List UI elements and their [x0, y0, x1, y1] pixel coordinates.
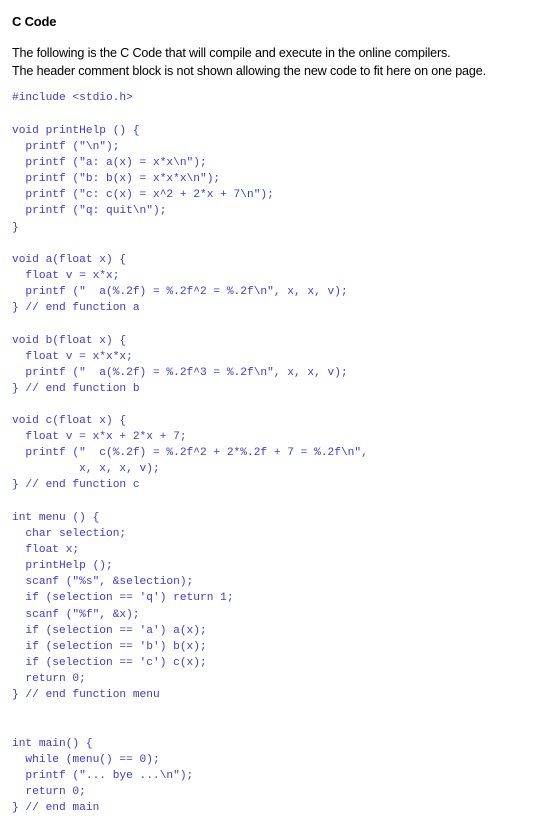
code-line: if (selection == 'q') return 1; — [12, 592, 234, 605]
code-line: printHelp (); — [12, 560, 113, 573]
code-line: } // end function menu — [12, 689, 160, 702]
code-line: void printHelp () { — [12, 125, 140, 137]
code-block-main: int main() { while (menu() == 0); printf… — [12, 736, 193, 816]
code-line: if (selection == 'b') b(x); — [12, 640, 207, 653]
code-line: printf ("q: quit\n"); — [12, 205, 167, 218]
code-line: while (menu() == 0); — [12, 754, 160, 767]
intro-line: The following is the C Code that will co… — [12, 46, 451, 60]
code-line: float v = x*x; — [12, 270, 120, 283]
code-block-print-help: void printHelp () { printf ("\n"); print… — [12, 123, 274, 236]
code-line: return 0; — [12, 786, 86, 799]
code-line: return 0; — [12, 672, 86, 685]
code-line: void b(float x) { — [12, 335, 127, 347]
code-line: printf ("a: a(x) = x*x\n"); — [12, 157, 207, 170]
code-block-menu: int menu () { char selection; float x; p… — [12, 510, 234, 703]
code-line: char selection; — [12, 528, 127, 541]
code-line: void a(float x) { — [12, 254, 127, 266]
code-line: float v = x*x*x; — [12, 351, 133, 364]
code-block-function-c: void c(float x) { float v = x*x + 2*x + … — [12, 413, 368, 493]
code-line: } // end function b — [12, 383, 140, 396]
code-line: printf (" c(%.2f) = %.2f^2 + 2*%.2f + 7 … — [12, 447, 368, 460]
code-line: #include <stdio.h> — [12, 92, 133, 104]
code-line: float x; — [12, 544, 80, 557]
code-line: void c(float x) { — [12, 415, 127, 427]
code-line: float v = x*x + 2*x + 7; — [12, 431, 187, 444]
section-heading: C Code — [12, 14, 57, 29]
document-page: C Code The following is the C Code that … — [0, 0, 543, 822]
code-block-function-a: void a(float x) { float v = x*x; printf … — [12, 252, 348, 316]
code-line: if (selection == 'a') a(x); — [12, 624, 207, 637]
code-line: int menu () { — [12, 512, 100, 524]
code-line: if (selection == 'c') c(x); — [12, 656, 207, 669]
code-line: printf (" a(%.2f) = %.2f^2 = %.2f\n", x,… — [12, 286, 348, 299]
code-line: scanf ("%s", &selection); — [12, 576, 194, 589]
intro-paragraph: The following is the C Code that will co… — [12, 44, 486, 80]
code-line: int main() { — [12, 738, 93, 750]
code-line: x, x, x, v); — [12, 463, 160, 476]
code-line: scanf ("%f", &x); — [12, 608, 140, 621]
code-line: } // end main — [12, 802, 100, 815]
code-block-function-b: void b(float x) { float v = x*x*x; print… — [12, 333, 348, 397]
code-line: printf ("\n"); — [12, 141, 120, 154]
code-line: printf (" a(%.2f) = %.2f^3 = %.2f\n", x,… — [12, 367, 348, 380]
code-block-include: #include <stdio.h> — [12, 90, 133, 106]
code-line: } — [12, 221, 19, 234]
code-line: printf ("c: c(x) = x^2 + 2*x + 7\n"); — [12, 189, 274, 202]
code-line: } // end function a — [12, 302, 140, 315]
code-line: } // end function c — [12, 479, 140, 492]
code-line: printf ("b: b(x) = x*x*x\n"); — [12, 173, 221, 186]
intro-line: The header comment block is not shown al… — [12, 64, 486, 78]
code-line: printf ("... bye ...\n"); — [12, 770, 194, 783]
